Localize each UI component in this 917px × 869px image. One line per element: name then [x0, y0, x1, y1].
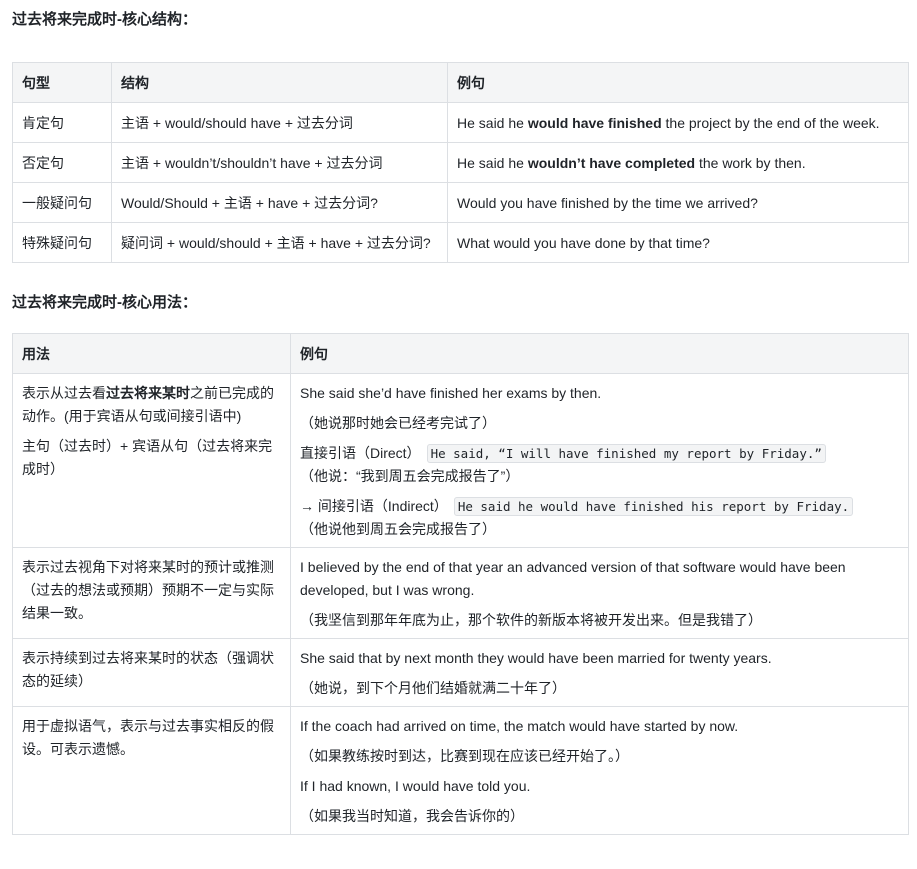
- example-en: She said she’d have finished her exams b…: [300, 385, 602, 401]
- header-example: 例句: [290, 333, 909, 374]
- header-usage: 用法: [12, 333, 291, 374]
- example-text: the project by the end of the week.: [661, 114, 880, 131]
- cell-usage: 表示从过去看过去将来某时之前已完成的动作。(用于宾语从句或间接引语中) 主句（过…: [12, 373, 291, 548]
- direct-cn: （他说：“我到周五会完成报告了”）: [300, 468, 520, 484]
- cell-example: He said he would have finished the proje…: [447, 102, 909, 143]
- cell-structure: 主语 + would/should have + 过去分词: [111, 102, 448, 143]
- direct-line: 直接引语（Direct） He said, “I will have finish…: [300, 442, 899, 465]
- cell-structure: Would/Should + 主语 + have + 过去分词?: [111, 182, 448, 223]
- cell-example: He said he wouldn’t have completed the w…: [447, 142, 909, 183]
- usage-text: 表示持续到过去将来某时的状态（强调状态的延续）: [22, 650, 274, 689]
- usage-text: 用于虚拟语气，表示与过去事实相反的假设。可表示遗憾。: [22, 718, 274, 757]
- header-example: 例句: [447, 62, 909, 103]
- table-header-row: 句型 结构 例句: [12, 62, 909, 103]
- cell-structure: 主语 + wouldn’t/shouldn’t have + 过去分词: [111, 142, 448, 183]
- table-row: 表示持续到过去将来某时的状态（强调状态的延续） She said that by…: [12, 638, 909, 707]
- indirect-cn: （他说他到周五会完成报告了）: [300, 521, 496, 537]
- table-row: 表示从过去看过去将来某时之前已完成的动作。(用于宾语从句或间接引语中) 主句（过…: [12, 373, 909, 548]
- example-cn: （如果我当时知道，我会告诉你的）: [300, 808, 524, 824]
- table-row: 表示过去视角下对将来某时的预计或推测（过去的想法或预期）预期不一定与实际结果一致…: [12, 547, 909, 639]
- indirect-line: → 间接引语（Indirect） He said he would have fi…: [300, 495, 899, 518]
- cell-example: I believed by the end of that year an ad…: [290, 547, 909, 639]
- cell-example: Would you have finished by the time we a…: [447, 182, 909, 223]
- usage-table: 用法 例句 表示从过去看过去将来某时之前已完成的动作。(用于宾语从句或间接引语中…: [12, 333, 909, 835]
- header-type: 句型: [12, 62, 112, 103]
- usage-text: 表示从过去看过去将来某时之前已完成的动作。(用于宾语从句或间接引语中): [22, 382, 281, 428]
- example-cn: （我坚信到那年年底为止，那个软件的新版本将被开发出来。但是我错了）: [300, 612, 762, 628]
- header-structure: 结构: [111, 62, 448, 103]
- cell-example: She said she’d have finished her exams b…: [290, 373, 909, 548]
- table-row: 特殊疑问句 疑问词 + would/should + 主语 + have + 过…: [12, 222, 909, 263]
- example-en: She said that by next month they would h…: [300, 650, 772, 666]
- cell-example: If the coach had arrived on time, the ma…: [290, 706, 909, 835]
- example-text: He said he: [457, 114, 528, 131]
- usage-note: 主句（过去时）+ 宾语从句（过去将来完成时）: [22, 438, 273, 477]
- usage-bold: 过去将来某时: [106, 385, 190, 401]
- direct-label: 直接引语（Direct）: [300, 445, 421, 461]
- cell-usage: 用于虚拟语气，表示与过去事实相反的假设。可表示遗憾。: [12, 706, 291, 835]
- example-en: I believed by the end of that year an ad…: [300, 559, 846, 598]
- cell-usage: 表示持续到过去将来某时的状态（强调状态的延续）: [12, 638, 291, 707]
- section-title-usage: 过去将来完成时-核心用法：: [12, 294, 197, 311]
- example-bold: wouldn’t have completed: [527, 154, 696, 171]
- example-text: He said he: [457, 154, 528, 171]
- table-header-row: 用法 例句: [12, 333, 909, 374]
- cell-example: What would you have done by that time?: [447, 222, 909, 263]
- cell-type: 肯定句: [12, 102, 112, 143]
- usage-text-part: 表示从过去看: [22, 385, 106, 401]
- indirect-label: → 间接引语（Indirect）: [300, 498, 448, 514]
- cell-type: 特殊疑问句: [12, 222, 112, 263]
- usage-text: 表示过去视角下对将来某时的预计或推测（过去的想法或预期）预期不一定与实际结果一致…: [22, 559, 274, 621]
- cell-usage: 表示过去视角下对将来某时的预计或推测（过去的想法或预期）预期不一定与实际结果一致…: [12, 547, 291, 639]
- example-cn: （她说，到下个月他们结婚就满二十年了）: [300, 680, 566, 696]
- cell-example: She said that by next month they would h…: [290, 638, 909, 707]
- cell-type: 一般疑问句: [12, 182, 112, 223]
- document: 过去将来完成时-核心结构： 句型 结构 例句 肯定句 主语 + would/sh…: [0, 0, 917, 835]
- section-title-structure: 过去将来完成时-核心结构：: [12, 11, 197, 28]
- cell-type: 否定句: [12, 142, 112, 183]
- table-row: 一般疑问句 Would/Should + 主语 + have + 过去分词? W…: [12, 182, 909, 223]
- direct-code: He said, “I will have finished my report…: [426, 444, 826, 463]
- table-row: 否定句 主语 + wouldn’t/shouldn’t have + 过去分词 …: [12, 142, 909, 183]
- structure-table: 句型 结构 例句 肯定句 主语 + would/should have + 过去…: [12, 62, 909, 263]
- example-en: If I had known, I would have told you.: [300, 778, 531, 794]
- example-cn: （她说那时她会已经考完试了）: [300, 415, 496, 431]
- table-row: 用于虚拟语气，表示与过去事实相反的假设。可表示遗憾。 If the coach …: [12, 706, 909, 835]
- example-cn: （如果教练按时到达，比赛到现在应该已经开始了。）: [300, 748, 629, 764]
- example-text: the work by then.: [695, 154, 806, 171]
- example-en: If the coach had arrived on time, the ma…: [300, 718, 739, 734]
- indirect-code: He said he would have finished his repor…: [453, 497, 854, 516]
- cell-structure: 疑问词 + would/should + 主语 + have + 过去分词?: [111, 222, 448, 263]
- example-bold: would have finished: [527, 114, 662, 131]
- table-row: 肯定句 主语 + would/should have + 过去分词 He sai…: [12, 102, 909, 143]
